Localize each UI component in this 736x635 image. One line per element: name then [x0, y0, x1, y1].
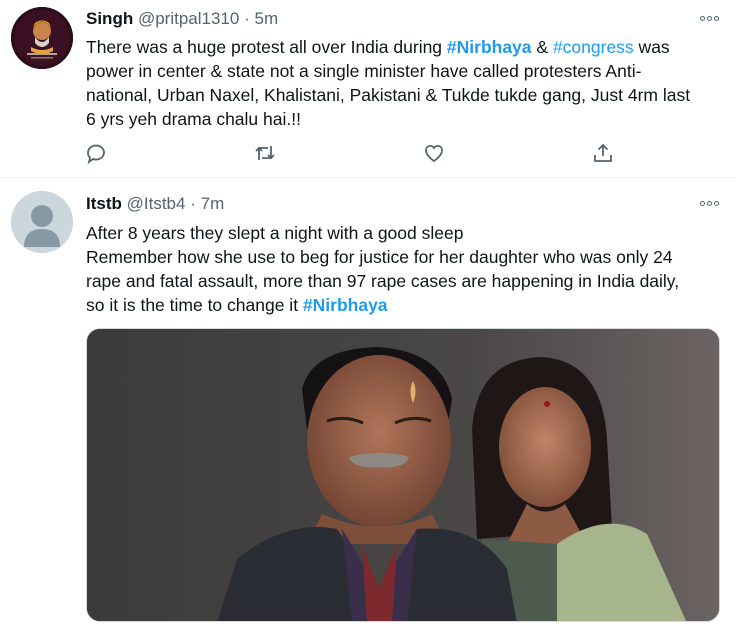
tweet-header: Singh @pritpal1310 · 5m	[86, 9, 278, 29]
handle[interactable]: @Itstb4	[127, 194, 186, 213]
tweet-text-line: so it is the time to change it #Nirbhaya	[86, 293, 722, 317]
share-icon[interactable]	[591, 141, 617, 167]
hashtag-link[interactable]: #Nirbhaya	[447, 37, 532, 57]
tweet-header: Itstb @Itstb4 · 7m	[86, 194, 224, 214]
tweet-text-line: rape and fatal assault, more than 97 rap…	[86, 271, 680, 291]
tweet-actions	[84, 141, 624, 167]
text-segment: was	[633, 37, 670, 57]
hashtag-link[interactable]: #congress	[553, 37, 634, 57]
photo-image	[87, 329, 719, 621]
text-segment: &	[531, 37, 553, 57]
separator: ·	[244, 9, 250, 28]
tweet-text-line: national, Urban Naxel, Khalistani, Pakis…	[86, 85, 691, 105]
timestamp[interactable]: 7m	[201, 194, 225, 213]
avatar-image	[11, 7, 73, 69]
timestamp[interactable]: 5m	[254, 9, 278, 28]
display-name[interactable]: Singh	[86, 9, 133, 28]
reply-icon[interactable]	[84, 141, 110, 167]
more-options-icon[interactable]	[698, 196, 720, 210]
tweet-photo[interactable]	[86, 328, 720, 622]
more-options-icon[interactable]	[698, 11, 720, 25]
separator: ·	[190, 194, 196, 213]
tweet-text-line: There was a huge protest all over India …	[86, 35, 722, 59]
tweet-text: After 8 years they slept a night with a …	[86, 221, 722, 317]
tweet-text: There was a huge protest all over India …	[86, 35, 722, 131]
tweet[interactable]: Singh @pritpal1310 · 5m There was a huge…	[0, 0, 736, 178]
hashtag-link[interactable]: #Nirbhaya	[303, 295, 388, 315]
tweet-text-line: After 8 years they slept a night with a …	[86, 223, 464, 243]
tweet-text-line: power in center & state not a single min…	[86, 61, 642, 81]
text-segment: so it is the time to change it	[86, 295, 303, 315]
text-segment: There was a huge protest all over India …	[86, 37, 447, 57]
avatar[interactable]	[11, 191, 73, 253]
retweet-icon[interactable]	[253, 141, 279, 167]
tweet[interactable]: Itstb @Itstb4 · 7m After 8 years they sl…	[0, 179, 736, 635]
like-icon[interactable]	[422, 141, 448, 167]
tweet-text-line: 6 yrs yeh drama chalu hai.!!	[86, 109, 301, 129]
avatar[interactable]	[11, 7, 73, 69]
display-name[interactable]: Itstb	[86, 194, 122, 213]
default-avatar-icon	[11, 191, 73, 253]
handle[interactable]: @pritpal1310	[138, 9, 239, 28]
tweet-text-line: Remember how she use to beg for justice …	[86, 247, 673, 267]
